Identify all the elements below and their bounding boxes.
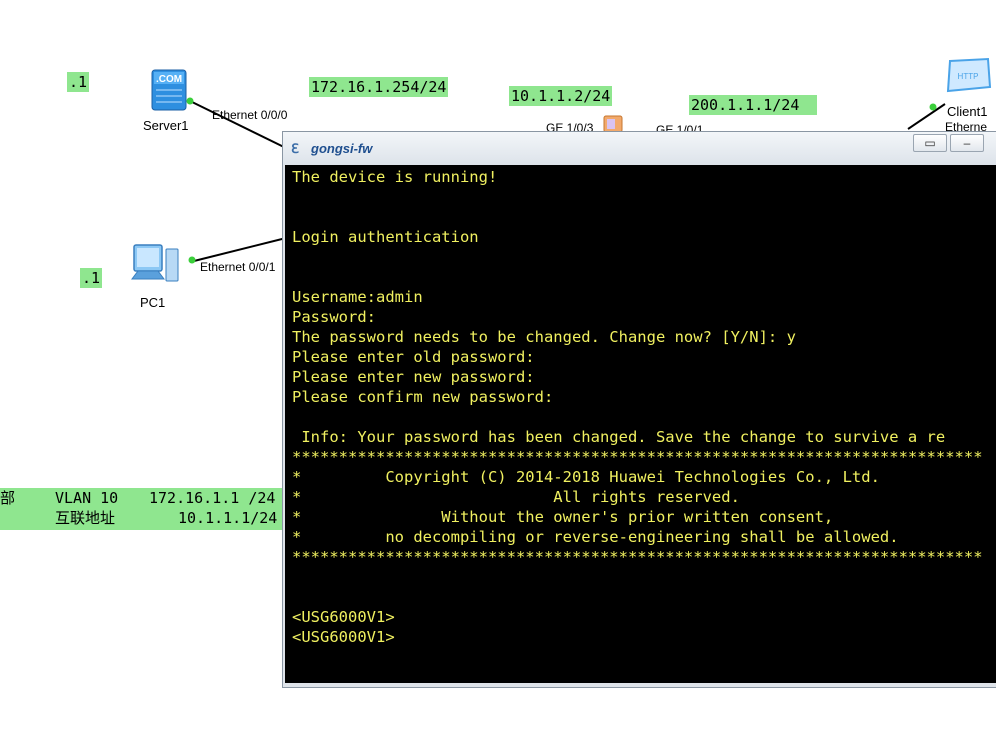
terminal-line: <USG6000V1> (292, 628, 395, 646)
link-pc-fw[interactable] (189, 236, 291, 263)
terminal-line: * All rights reserved. (292, 488, 740, 506)
ip-label-interconnect[interactable]: 10.1.1.2/24 (509, 86, 613, 106)
terminal-line: Password: (292, 308, 376, 326)
terminal-line: ****************************************… (292, 448, 983, 466)
note-vlan: VLAN 10 (55, 489, 119, 507)
svg-text:HTTP: HTTP (958, 72, 979, 81)
ip-label-public[interactable]: 200.1.1.1/24 (689, 95, 817, 115)
note-dept: 部 (0, 489, 16, 507)
pc-icon[interactable] (128, 241, 184, 291)
device-label-client: Client1 (947, 104, 988, 119)
terminal-line: Please enter old password: (292, 348, 535, 366)
port-dot-client (929, 103, 937, 111)
device-label-pc: PC1 (140, 295, 166, 310)
port-label-pc: Ethernet 0/0/1 (200, 260, 276, 274)
ip-label-server[interactable]: .1 (67, 72, 90, 92)
minimize-button[interactable]: – (950, 134, 984, 152)
terminal-line: The password needs to be changed. Change… (292, 328, 796, 346)
port-dot-pc (188, 256, 196, 264)
terminal-line: * Copyright (C) 2014-2018 Huawei Technol… (292, 468, 880, 486)
http-client-icon[interactable]: HTTP (944, 57, 992, 97)
terminal-window[interactable]: ℇ gongsi-fw ▭ – The device is running! Lo… (282, 131, 996, 688)
device-label-server: Server1 (143, 118, 189, 133)
terminal-line: ****************************************… (292, 548, 983, 566)
note-interconnect-ip: 10.1.1.1/24 (178, 509, 278, 527)
firewall-icon[interactable] (603, 114, 623, 133)
window-title: gongsi-fw (311, 141, 373, 156)
ip-label-gateway[interactable]: 172.16.1.254/24 (309, 77, 449, 97)
port-label-server: Ethernet 0/0/0 (212, 108, 288, 122)
terminal-line: Login authentication (292, 228, 479, 246)
note-vlan-ip: 172.16.1.1 /24 (149, 489, 276, 507)
terminal-line: Username:admin (292, 288, 423, 306)
terminal-line: <USG6000V1> (292, 608, 395, 626)
ip-label-pc[interactable]: .1 (80, 268, 103, 288)
terminal-line: Info: Your password has been changed. Sa… (292, 428, 946, 446)
terminal-line: * Without the owner's prior written cons… (292, 508, 834, 526)
terminal-line: * no decompiling or reverse-engineering … (292, 528, 899, 546)
terminal-line: Please enter new password: (292, 368, 535, 386)
window-titlebar[interactable]: ℇ gongsi-fw ▭ – (283, 132, 996, 165)
note-interconnect: 互联地址 (55, 509, 116, 527)
svg-text:.COM: .COM (156, 74, 182, 85)
terminal-line: The device is running! (292, 168, 498, 186)
server-icon[interactable]: .COM (148, 66, 190, 114)
terminal-line: Please confirm new password: (292, 388, 554, 406)
restore-button[interactable]: ▭ (913, 134, 947, 152)
window-app-icon: ℇ (291, 141, 299, 156)
address-note[interactable]: 部 VLAN 10 172.16.1.1 /24 互联地址 10.1.1.1/2… (0, 488, 290, 530)
terminal-console[interactable]: The device is running! Login authenticati… (285, 165, 996, 683)
link-client-fw[interactable] (907, 103, 946, 130)
